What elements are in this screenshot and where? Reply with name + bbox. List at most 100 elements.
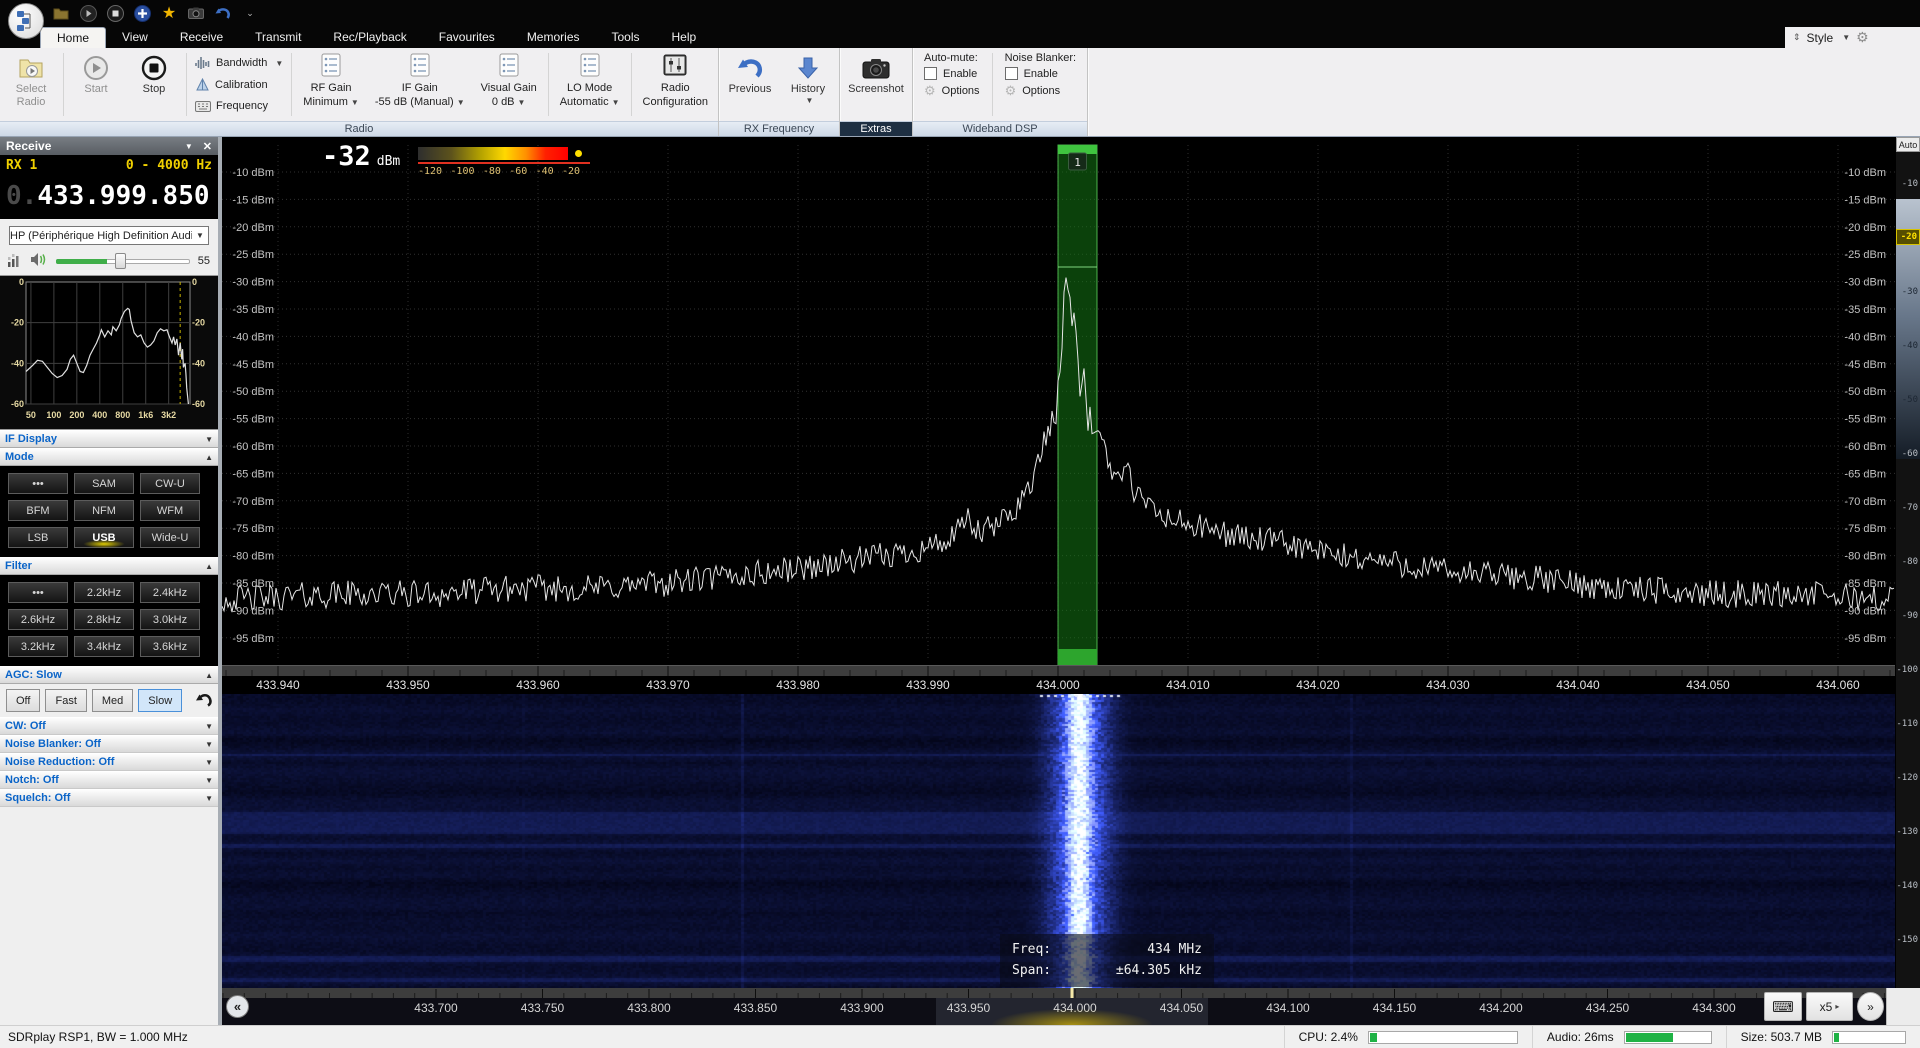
undo-icon[interactable] xyxy=(214,4,232,22)
audio-spectrum-graph: 0 0 -20 -20 -40 -40 -60 -60 50 100 200 400 800 1k6 3k2 xyxy=(0,275,218,430)
filter-button-2-6khz[interactable]: 2.6kHz xyxy=(8,609,68,630)
visual-gain-button[interactable]: Visual Gain 0 dB ▼ xyxy=(474,50,544,119)
tab-favourites[interactable]: Favourites xyxy=(423,27,511,48)
camera-icon[interactable] xyxy=(187,4,205,22)
tab-receive[interactable]: Receive xyxy=(164,27,239,48)
tab-memories[interactable]: Memories xyxy=(511,27,596,48)
select-radio-button[interactable]: Select Radio xyxy=(3,50,59,119)
frequency-readout[interactable]: 0.433.999.850 xyxy=(6,181,212,211)
filter-button-3-6khz[interactable]: 3.6kHz xyxy=(140,636,200,657)
group-label-rx-frequency: RX Frequency xyxy=(718,121,839,136)
mode-button-wfm[interactable]: WFM xyxy=(140,500,200,521)
filter-button-3-0khz[interactable]: 3.0kHz xyxy=(140,609,200,630)
rf-gain-button[interactable]: RF Gain Minimum ▼ xyxy=(296,50,366,119)
agc-button-med[interactable]: Med xyxy=(91,689,134,712)
gear-icon: ⚙ xyxy=(923,83,936,98)
lo-mode-button[interactable]: LO Mode Automatic ▼ xyxy=(553,50,627,119)
qat-more-icon[interactable]: ⌄ xyxy=(241,4,259,22)
volume-slider[interactable] xyxy=(56,253,190,269)
previous-button[interactable]: Previous xyxy=(722,50,778,119)
add-icon[interactable] xyxy=(133,4,151,22)
noise-blanker-enable-checkbox[interactable]: Enable xyxy=(1004,67,1077,80)
zoom-level-button[interactable]: x5 ▸ xyxy=(1806,992,1853,1021)
waterfall-display[interactable]: Freq: 434 MHz Span: ±64.305 kHz xyxy=(222,694,1895,988)
ribbon-tab-row: Home View Receive Transmit Rec/Playback Favou… xyxy=(0,27,1920,48)
auto-mute-options-button[interactable]: ⚙ Options xyxy=(924,83,980,99)
panel-close-icon[interactable]: ✕ xyxy=(203,140,212,153)
calibration-button[interactable]: Calibration xyxy=(195,75,283,95)
tab-tools[interactable]: Tools xyxy=(596,27,656,48)
app-logo-icon[interactable] xyxy=(8,3,44,39)
filter-button-2-4khz[interactable]: 2.4kHz xyxy=(140,582,200,603)
section-header-agc[interactable]: AGC: Slow ▲ xyxy=(0,666,218,684)
mode-button-sam[interactable]: SAM xyxy=(74,473,134,494)
section-header-noise-blanker[interactable]: Noise Blanker: Off ▼ xyxy=(0,735,218,753)
scroll-right-button[interactable]: » xyxy=(1857,992,1884,1021)
collapse-ribbon-icon[interactable]: ⇕ xyxy=(1793,32,1801,43)
mode-button-nfm[interactable]: NFM xyxy=(74,500,134,521)
section-header-notch[interactable]: Notch: Off ▼ xyxy=(0,771,218,789)
style-button[interactable]: Style xyxy=(1807,31,1834,45)
tab-transmit[interactable]: Transmit xyxy=(239,27,317,48)
history-button[interactable]: History ▼ xyxy=(780,50,836,119)
mode-button--[interactable]: ••• xyxy=(8,473,68,494)
filter-button-2-8khz[interactable]: 2.8kHz xyxy=(74,609,134,630)
mode-button-bfm[interactable]: BFM xyxy=(8,500,68,521)
noise-blanker-options-button[interactable]: ⚙ Options xyxy=(1005,83,1077,99)
bandwidth-button[interactable]: Bandwidth ▼ xyxy=(195,53,283,73)
stop-icon[interactable] xyxy=(106,4,124,22)
section-header-filter[interactable]: Filter ▲ xyxy=(0,557,218,575)
agc-undo-icon[interactable] xyxy=(194,692,214,710)
settings-gear-icon[interactable]: ⚙ xyxy=(1856,29,1869,46)
section-header-squelch[interactable]: Squelch: Off ▼ xyxy=(0,789,218,807)
mode-button-wide-u[interactable]: Wide-U xyxy=(140,527,200,548)
start-button[interactable]: Start xyxy=(68,50,124,119)
frequency-button[interactable]: Frequency xyxy=(195,96,283,116)
agc-button-fast[interactable]: Fast xyxy=(45,689,87,712)
spectrum-display[interactable]: 1 -10 dBm -10 dBm -15 dBm -15 dBm -20 dBm -20 … xyxy=(221,137,1895,666)
audio-device-select[interactable]: HP (Périphérique High Definition Audio) … xyxy=(9,226,209,245)
if-gain-button[interactable]: IF Gain -55 dB (Manual) ▼ xyxy=(368,50,472,119)
mode-button-cw-u[interactable]: CW-U xyxy=(140,473,200,494)
spectrum-frequency-axis[interactable]: 433.940 433.950 433.960 433.970 433.980 433.9… xyxy=(222,665,1895,694)
filter-button--[interactable]: ••• xyxy=(8,582,68,603)
agc-button-slow[interactable]: Slow xyxy=(138,689,183,712)
filter-button-3-2khz[interactable]: 3.2kHz xyxy=(8,636,68,657)
section-header-if-display[interactable]: IF Display ▼ xyxy=(0,430,218,448)
audio-meter xyxy=(1623,1030,1712,1044)
tab-rec-playback[interactable]: Rec/Playback xyxy=(317,27,422,48)
section-header-noise-reduction[interactable]: Noise Reduction: Off ▼ xyxy=(0,753,218,771)
equalizer-icon[interactable] xyxy=(8,253,22,270)
filter-button-2-2khz[interactable]: 2.2kHz xyxy=(74,582,134,603)
open-folder-icon[interactable] xyxy=(52,4,70,22)
radio-configuration-button[interactable]: Radio Configuration xyxy=(636,50,715,119)
visual-range-control[interactable]: Auto -10 -20 -30 -40 -50 -60 -70 -80 -90 -100 -110… xyxy=(1895,137,1920,988)
rx-marker-badge[interactable]: 1 xyxy=(1074,156,1081,169)
section-header-cw[interactable]: CW: Off ▼ xyxy=(0,717,218,735)
keyboard-entry-button[interactable]: ⌨ xyxy=(1764,992,1802,1021)
zoom-value: x5 xyxy=(1819,999,1833,1014)
history-caret-icon: ▼ xyxy=(805,96,814,106)
speaker-icon[interactable] xyxy=(30,252,48,270)
agc-button-off[interactable]: Off xyxy=(6,689,41,712)
auto-mute-enable-checkbox[interactable]: Enable xyxy=(923,67,980,80)
stop-button[interactable]: Stop xyxy=(126,50,182,119)
tab-help[interactable]: Help xyxy=(656,27,713,48)
section-header-mode[interactable]: Mode ▲ xyxy=(0,448,218,466)
volume-slider-thumb[interactable] xyxy=(114,253,126,269)
tab-home[interactable]: Home xyxy=(40,27,107,48)
panel-collapse-icon[interactable]: ▼ xyxy=(185,142,193,151)
favourite-star-icon[interactable]: ★ xyxy=(160,4,178,22)
range-upper-limit-marker[interactable]: -20 xyxy=(1896,229,1920,245)
band-navigation-bar[interactable]: 433.700 433.750 433.800 433.850 433.900 433.9… xyxy=(222,988,1920,1025)
screenshot-button[interactable]: Screenshot xyxy=(843,50,909,119)
auto-range-button[interactable]: Auto xyxy=(1896,137,1920,152)
play-icon[interactable] xyxy=(79,4,97,22)
previous-icon xyxy=(735,53,765,83)
filter-button-3-4khz[interactable]: 3.4kHz xyxy=(74,636,134,657)
tab-view[interactable]: View xyxy=(106,27,164,48)
audio-graph-y-label: -40 xyxy=(192,358,205,368)
mode-button-usb[interactable]: USB xyxy=(74,527,134,548)
mode-button-lsb[interactable]: LSB xyxy=(8,527,68,548)
scroll-left-button[interactable]: « xyxy=(226,995,249,1018)
